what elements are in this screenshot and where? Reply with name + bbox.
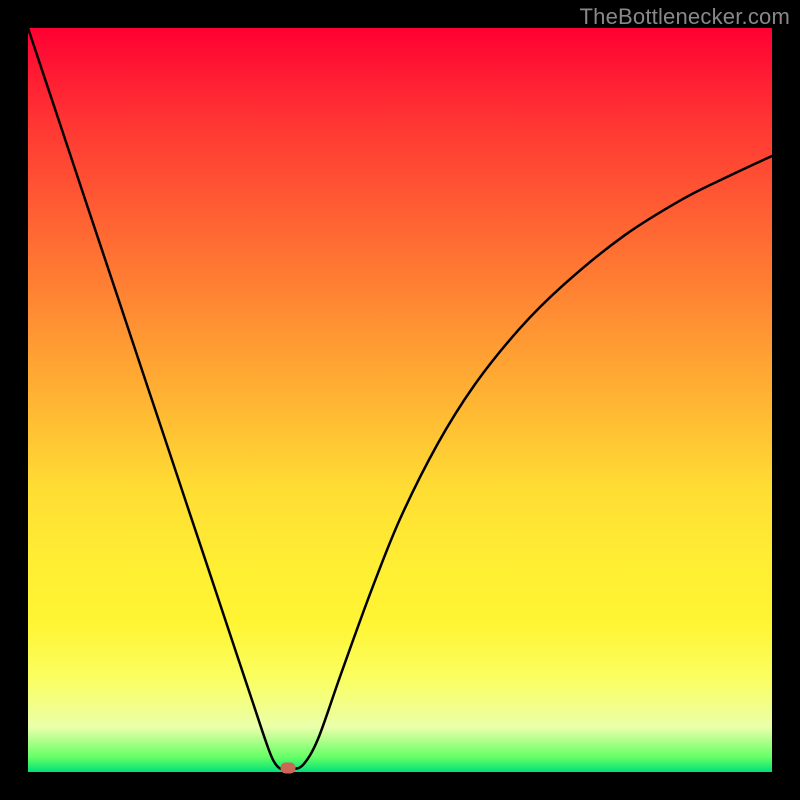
- watermark-text: TheBottlenecker.com: [580, 4, 790, 30]
- optimum-marker: [281, 762, 296, 773]
- plot-area: [28, 28, 772, 772]
- chart-frame: TheBottlenecker.com: [0, 0, 800, 800]
- bottleneck-curve: [28, 28, 772, 772]
